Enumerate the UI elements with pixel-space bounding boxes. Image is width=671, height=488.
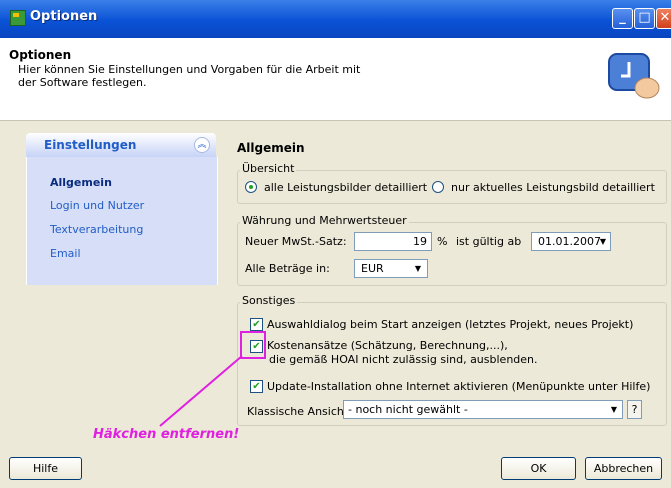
valid-from-value: 01.01.2007 (538, 235, 601, 248)
currency-select[interactable]: EUR ▼ (354, 259, 428, 278)
classic-view-select[interactable]: - noch nicht gewählt - ▼ (343, 400, 623, 419)
sidebar-item-email[interactable]: Email (50, 247, 81, 260)
maximize-button[interactable]: □ (634, 8, 655, 29)
sidebar-item-allgemein[interactable]: Allgemein (50, 176, 112, 189)
sidebar-item-login-und-nutzer[interactable]: Login und Nutzer (50, 199, 144, 212)
percent-label: % (437, 235, 448, 248)
dropdown-arrow-icon: ▼ (599, 237, 606, 246)
sidebar-header[interactable]: Einstellungen (26, 133, 216, 157)
classic-view-value: - noch nicht gewählt - (348, 403, 468, 416)
checkbox-start-dialog-label[interactable]: Auswahldialog beim Start anzeigen (letzt… (267, 318, 633, 331)
checkbox-start-dialog[interactable]: ✔ (250, 318, 263, 331)
valid-from-date-picker[interactable]: 01.01.2007 ▼ (531, 232, 611, 251)
radio-all-detailed[interactable] (245, 181, 257, 193)
radio-current-detailed[interactable] (432, 181, 444, 193)
classic-view-label: Klassische Ansicht: (247, 405, 352, 418)
settings-hand-icon (608, 53, 660, 99)
currency-legend: Währung und Mehrwertsteuer (240, 214, 409, 227)
title-bar[interactable]: Optionen _ □ ✕ (0, 0, 671, 38)
checkbox-hide-costs[interactable]: ✔ (250, 340, 263, 353)
section-title: Allgemein (237, 141, 305, 155)
help-button[interactable]: Hilfe (9, 457, 82, 480)
amounts-label: Alle Beträge in: (245, 262, 330, 275)
sidebar-item-textverarbeitung[interactable]: Textverarbeitung (50, 223, 143, 236)
window-title: Optionen (30, 9, 98, 24)
cancel-button[interactable]: Abbrechen (585, 457, 662, 480)
checkbox-hide-costs-label-2[interactable]: die gemäß HOAI nicht zulässig sind, ausb… (269, 353, 538, 366)
annotation-text: Häkchen entfernen! (93, 427, 240, 442)
currency-value: EUR (361, 262, 384, 275)
dropdown-arrow-icon: ▼ (610, 405, 617, 414)
checkbox-update-install[interactable]: ✔ (250, 380, 263, 393)
misc-legend: Sonstiges (240, 294, 298, 307)
classic-view-help-button[interactable]: ? (627, 400, 642, 419)
overview-legend: Übersicht (240, 162, 297, 175)
sidebar-title: Einstellungen (44, 138, 137, 152)
ok-button[interactable]: OK (501, 457, 576, 480)
checkbox-hide-costs-label[interactable]: Kostenansätze (Schätzung, Berechnung,...… (267, 339, 508, 352)
collapse-up-icon[interactable]: ︽ (194, 137, 210, 153)
header-description: Hier können Sie Einstellungen und Vorgab… (18, 63, 361, 89)
valid-from-label: ist gültig ab (456, 235, 522, 248)
radio-all-detailed-label[interactable]: alle Leistungsbilder detailliert (264, 181, 427, 194)
checkbox-update-install-label[interactable]: Update-Installation ohne Internet aktivi… (267, 380, 650, 393)
vat-label: Neuer MwSt.-Satz: (245, 235, 347, 248)
close-button[interactable]: ✕ (656, 8, 671, 29)
dropdown-arrow-icon: ▼ (414, 264, 421, 273)
vat-input[interactable]: 19 (354, 232, 432, 251)
app-icon (10, 10, 26, 26)
minimize-button[interactable]: _ (612, 8, 633, 29)
header-title: Optionen (9, 48, 72, 62)
radio-current-detailed-label[interactable]: nur aktuelles Leistungsbild detailliert (451, 181, 655, 194)
